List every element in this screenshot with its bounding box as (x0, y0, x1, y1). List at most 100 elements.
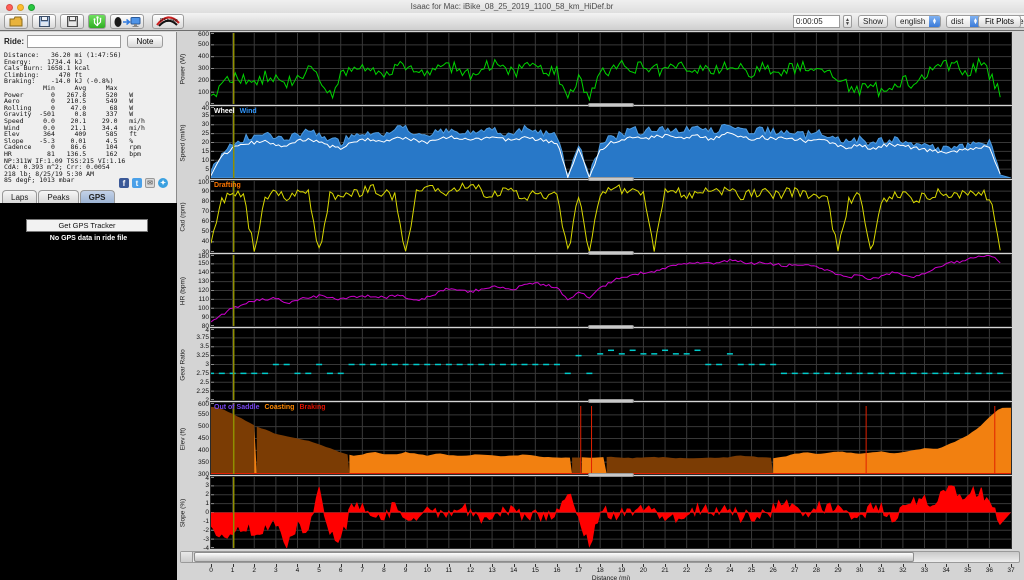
get-gps-tracker-button[interactable]: Get GPS Tracker (26, 219, 148, 232)
tab-peaks[interactable]: Peaks (38, 190, 78, 203)
pane-splitter-grip[interactable] (588, 399, 634, 403)
x-tick-label: 25 (748, 567, 755, 574)
x-tick-label: 16 (553, 567, 560, 574)
usb-import-button[interactable] (88, 14, 106, 29)
ride-stats-text: Distance: 36.20 mi (1:47:56) Energy: 173… (4, 52, 174, 184)
plot-elev[interactable]: Out of SaddleCoastingBraking (211, 403, 1011, 474)
y-axis-title-speed: Speed (mi/h) (177, 107, 188, 178)
safari-icon[interactable]: ✦ (158, 178, 168, 188)
y-tick-label: 4 (205, 327, 209, 334)
share-icons: f t ✉ ✦ (119, 178, 168, 188)
x-tick-label: 27 (791, 567, 798, 574)
x-tick-label: 35 (964, 567, 971, 574)
x-axis: 0123456789101112131415161718192021222324… (178, 564, 1024, 580)
x-tick-label: 19 (618, 567, 625, 574)
save-as-button[interactable] (60, 14, 84, 29)
y-axis-title-power: Power (W) (177, 33, 188, 104)
x-tick-label: 30 (856, 567, 863, 574)
y-tick-label: 160 (198, 253, 209, 260)
chart-power: Power (W)6005004003002001000 (178, 33, 1012, 104)
x-tick-label: 13 (488, 567, 495, 574)
x-tick-label: 14 (510, 567, 517, 574)
pane-splitter-grip[interactable] (588, 325, 634, 329)
combo-arrows-icon: ▲▼ (929, 16, 940, 27)
y-tick-label: 80 (202, 198, 209, 205)
x-tick-label: 2 (252, 567, 256, 574)
units-dropdown[interactable]: dist ▲▼ (946, 15, 982, 28)
x-tick-label: 1 (231, 567, 235, 574)
y-tick-label: -1 (203, 518, 209, 525)
y-tick-label: 600 (198, 401, 209, 408)
y-tick-label: 120 (198, 287, 209, 294)
plot-gear[interactable] (211, 329, 1011, 400)
y-tick-label: 50 (202, 228, 209, 235)
save-button[interactable] (32, 14, 56, 29)
x-tick-label: 9 (404, 567, 408, 574)
chart-elev: Elev (ft)600550500450400350300Out of Sad… (178, 403, 1012, 474)
mail-icon[interactable]: ✉ (145, 178, 155, 188)
show-button[interactable]: Show (858, 15, 888, 28)
y-tick-label: 5 (205, 166, 209, 173)
y-axis-ticks-elev: 600550500450400350300 (188, 403, 210, 474)
language-dropdown[interactable]: english ▲▼ (895, 15, 941, 28)
chart-speed: Speed (mi/h)4035302520151050WheelWind (178, 107, 1012, 178)
plot-slope[interactable] (211, 477, 1011, 548)
plot-cadence[interactable]: Drafting (211, 181, 1011, 252)
x-tick-label: 3 (274, 567, 278, 574)
y-tick-label: 100 (198, 89, 209, 96)
x-tick-label: 11 (445, 567, 452, 574)
y-tick-label: 90 (202, 188, 209, 195)
stepper-down-icon: ▼ (845, 22, 850, 26)
ride-name-input[interactable] (27, 35, 121, 48)
open-file-button[interactable] (4, 14, 28, 29)
plot-speed[interactable]: WheelWind (211, 107, 1011, 178)
language-value: english (896, 17, 929, 26)
facebook-icon[interactable]: f (119, 178, 129, 188)
units-value: dist (947, 17, 970, 26)
svg-text:PStroke: PStroke (160, 18, 178, 24)
y-tick-label: 450 (198, 435, 209, 442)
chart-gear: Gear Ratio43.753.53.2532.752.52.252 (178, 329, 1012, 400)
y-tick-label: 90 (202, 314, 209, 321)
chart-hr: HR (bpm)1601501401301201101009080 (178, 255, 1012, 326)
toolbar: PStroke ▲▼ Show english ▲▼ dist ▲▼ (0, 13, 1024, 31)
x-tick-label: 12 (467, 567, 474, 574)
gps-panel: Get GPS Tracker No GPS data in ride file (0, 203, 177, 580)
tab-laps[interactable]: Laps (2, 190, 37, 203)
save-as-icon (67, 16, 78, 27)
x-tick-label: 26 (770, 567, 777, 574)
note-button[interactable]: Note (127, 35, 163, 48)
time-stepper[interactable]: ▲▼ (843, 15, 852, 28)
usb-icon (93, 16, 102, 28)
y-tick-label: 500 (198, 423, 209, 430)
h-scrollbar-end-box[interactable] (181, 552, 193, 562)
y-axis-ticks-hr: 1601501401301201101009080 (188, 255, 210, 326)
x-tick-label: 28 (813, 567, 820, 574)
pstroke-logo-button[interactable]: PStroke (152, 14, 184, 29)
y-axis-title-slope: Slope (%) (177, 477, 188, 548)
h-scrollbar-track[interactable] (180, 551, 1020, 563)
plot-hr[interactable] (211, 255, 1011, 326)
pane-splitter-grip[interactable] (588, 473, 634, 477)
x-tick-label: 31 (878, 567, 885, 574)
pane-splitter-grip[interactable] (588, 103, 634, 107)
pane-splitter-grip[interactable] (588, 251, 634, 255)
download-ride-button[interactable] (110, 14, 144, 29)
plot-power[interactable] (211, 33, 1011, 104)
fit-plots-button[interactable]: Fit Plots (978, 15, 1021, 28)
x-tick-label: 24 (726, 567, 733, 574)
y-tick-label: 100 (198, 305, 209, 312)
tab-gps[interactable]: GPS (80, 190, 115, 203)
x-tick-label: 0 (209, 567, 213, 574)
y-tick-label: 0 (205, 509, 209, 516)
pstroke-logo-icon: PStroke (155, 15, 181, 28)
pane-splitter-grip[interactable] (588, 177, 634, 181)
twitter-icon[interactable]: t (132, 178, 142, 188)
y-tick-label: 500 (198, 41, 209, 48)
y-tick-label: 70 (202, 208, 209, 215)
y-tick-label: 10 (202, 157, 209, 164)
h-scrollbar-thumb[interactable] (194, 552, 914, 562)
device-to-computer-icon (113, 16, 141, 28)
time-field[interactable] (793, 15, 840, 28)
y-axis-title-elev: Elev (ft) (177, 403, 188, 474)
